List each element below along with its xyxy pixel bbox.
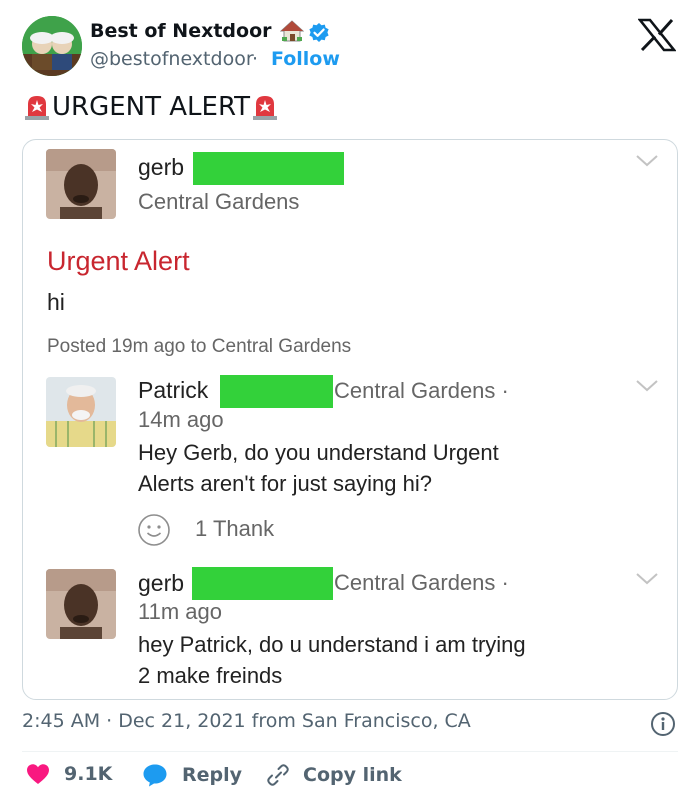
footer-divider — [22, 751, 678, 752]
thanks-count[interactable]: 1 Thank — [195, 516, 274, 542]
comment-neighborhood: Central Gardens · — [334, 378, 509, 403]
post-neighborhood: Central Gardens — [138, 189, 300, 214]
info-icon[interactable] — [650, 711, 676, 737]
comment-time: 14m ago — [138, 407, 224, 432]
heart-icon — [26, 763, 50, 785]
post-body: hi — [47, 289, 65, 315]
comment-author-photo — [46, 569, 116, 639]
copy-link-button[interactable]: Copy link — [265, 763, 402, 787]
reply-label: Reply — [182, 764, 243, 786]
comment-neighborhood: Central Gardens · — [334, 570, 509, 595]
chevron-down-icon[interactable] — [635, 153, 659, 167]
x-logo-icon[interactable] — [637, 18, 677, 52]
comment-author-name: gerb — [138, 570, 185, 596]
comment-time: 11m ago — [138, 599, 222, 624]
comment-text-line: hey Patrick, do u understand i am trying — [138, 632, 526, 657]
like-count: 9.1K — [64, 763, 113, 785]
comment-author-photo — [46, 377, 116, 447]
siren-emoji-icon — [250, 92, 280, 122]
embedded-image-card[interactable]: gerb Central Gardens Urgent Alert hi Pos… — [22, 139, 678, 700]
chevron-down-icon[interactable] — [635, 571, 659, 585]
tweet-timestamp[interactable]: 2:45 AM · Dec 21, 2021 from San Francisc… — [22, 710, 471, 732]
chevron-down-icon[interactable] — [635, 378, 659, 392]
avatar[interactable] — [22, 16, 82, 76]
link-icon — [265, 763, 291, 787]
smiley-icon[interactable] — [137, 513, 171, 547]
siren-emoji-icon — [22, 92, 52, 122]
reply-bubble-icon — [142, 763, 168, 787]
redaction-box — [192, 567, 333, 600]
author-handle[interactable]: @bestofnextdoor — [90, 48, 254, 70]
follow-button[interactable]: Follow — [271, 48, 340, 70]
tweet-body: URGENT ALERT — [52, 92, 251, 122]
comment-author-name: Patrick — [138, 377, 209, 403]
like-button[interactable]: 9.1K — [26, 763, 112, 785]
handle-separator: · — [252, 48, 259, 70]
author-name[interactable]: Best of Nextdoor — [90, 20, 272, 42]
post-author-name: gerb — [138, 154, 185, 180]
verified-badge-icon — [308, 22, 330, 44]
post-title: Urgent Alert — [47, 246, 190, 276]
post-author-photo — [46, 149, 116, 219]
redaction-box — [193, 152, 344, 185]
post-meta: Posted 19m ago to Central Gardens — [47, 336, 352, 357]
comment-text-line: 2 make freinds — [138, 663, 283, 688]
redaction-box — [220, 375, 333, 408]
tweet-text: URGENT ALERT — [22, 92, 280, 122]
copy-link-label: Copy link — [303, 764, 402, 786]
house-emoji-icon — [279, 20, 305, 42]
comment-text-line: Hey Gerb, do you understand Urgent — [138, 440, 499, 465]
reply-button[interactable]: Reply — [142, 763, 242, 787]
comment-text-line: Alerts aren't for just saying hi? — [138, 471, 433, 496]
